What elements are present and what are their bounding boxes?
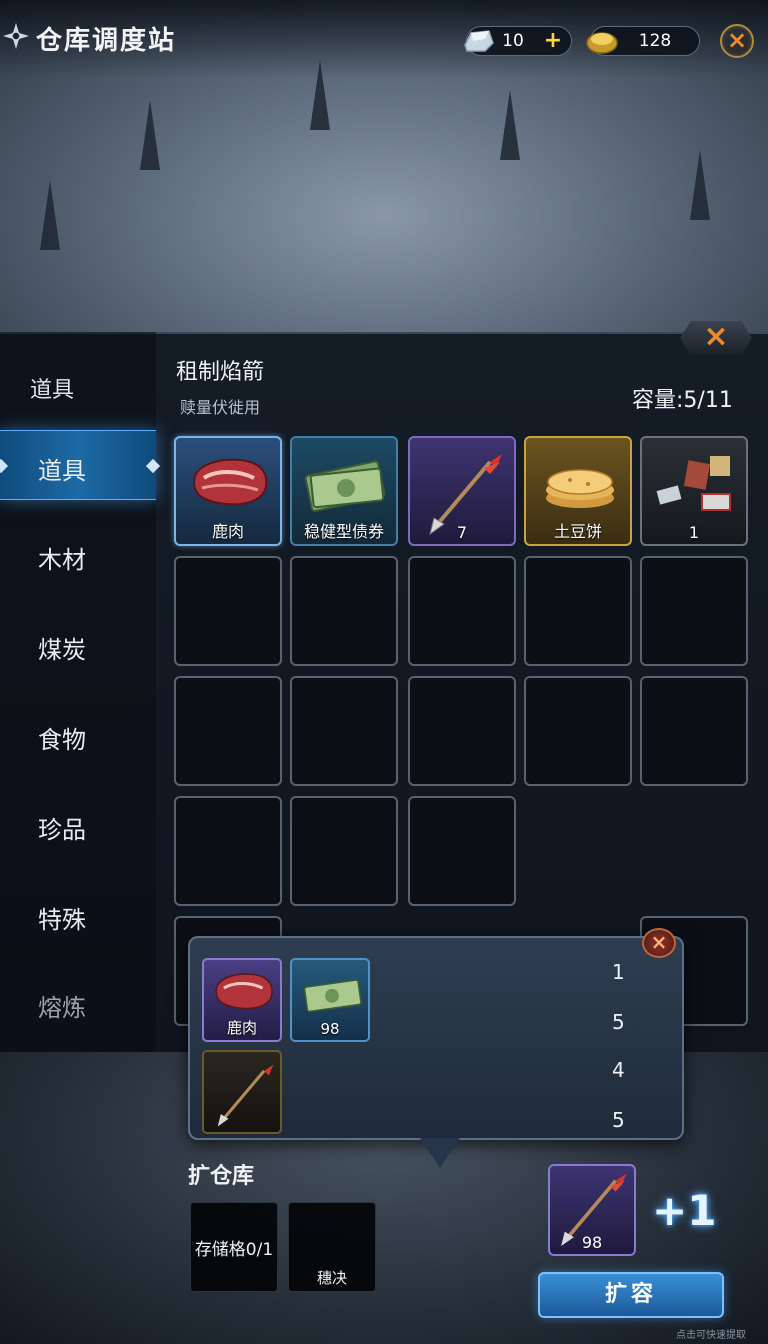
supply-bundle-icon: [656, 456, 731, 511]
top-bar: 仓库调度站 10 + 128 ×: [0, 0, 768, 78]
sidebar-item-label: 道具: [38, 457, 86, 485]
empty-slot[interactable]: [174, 796, 282, 906]
item-quantity: 土豆饼: [553, 522, 602, 541]
page-title: 仓库调度站: [36, 26, 177, 56]
popup-count: 5: [612, 1108, 625, 1132]
inventory-slot[interactable]: 稳健型债券: [290, 436, 398, 546]
popup-close-button[interactable]: ×: [642, 928, 676, 958]
inventory-slot[interactable]: 土豆饼: [524, 436, 632, 546]
inventory-slot[interactable]: 7: [408, 436, 516, 546]
item-quantity: 98: [320, 1020, 340, 1038]
gold-currency: 128: [586, 26, 700, 56]
item-quantity: 98: [581, 1233, 603, 1252]
empty-slot[interactable]: [640, 556, 748, 666]
item-quantity: 鹿肉: [211, 522, 244, 541]
storage-slot-label: 存储格0/1: [194, 1240, 274, 1260]
item-quantity: 7: [456, 523, 468, 542]
hint-text: 点击可快速提取: [676, 1330, 746, 1341]
sidebar-item-label: 珍品: [38, 816, 86, 844]
raw-meat-icon: [192, 458, 268, 506]
empty-slot[interactable]: [408, 556, 516, 666]
sidebar-item-wood[interactable]: 木材: [0, 520, 156, 590]
sidebar-item-food[interactable]: 食物: [0, 700, 156, 770]
empty-slot[interactable]: [640, 676, 748, 786]
bonus-indicator: +1: [652, 1186, 717, 1235]
material-slot-label: 穗决: [316, 1269, 347, 1287]
empty-slot[interactable]: [174, 676, 282, 786]
close-icon[interactable]: ×: [720, 24, 754, 58]
item-quantity: 鹿肉: [226, 1019, 257, 1037]
empty-slot[interactable]: [408, 676, 516, 786]
pine-tree: [500, 90, 520, 160]
expand-section-title: 扩仓库: [188, 1164, 255, 1189]
sidebar-item-label: 煤炭: [38, 636, 86, 664]
sidebar-item-label: 特殊: [38, 906, 86, 934]
sidebar-item-special[interactable]: 特殊: [0, 880, 156, 950]
item-quantity: 稳健型债券: [303, 522, 384, 541]
sidebar-item-label: 熔炼: [38, 994, 86, 1022]
popup-count: 4: [612, 1058, 625, 1082]
add-currency-button[interactable]: +: [541, 30, 565, 54]
empty-slot[interactable]: [290, 556, 398, 666]
sidebar-item-smelting[interactable]: 熔炼: [0, 968, 156, 1038]
expand-button[interactable]: 扩容: [538, 1272, 724, 1318]
item-quantity: 1: [688, 523, 700, 542]
sidebar-item-props[interactable]: 道具: [0, 430, 161, 500]
sidebar-item-treasure[interactable]: 珍品: [0, 790, 156, 860]
popup-pointer: [420, 1138, 460, 1168]
cash-banknotes-icon: [304, 460, 386, 512]
reward-item-slot[interactable]: 98: [548, 1164, 636, 1256]
popup-item-slot[interactable]: 鹿肉: [202, 958, 282, 1042]
gold-amount: 128: [638, 31, 672, 51]
empty-slot[interactable]: [290, 796, 398, 906]
pine-tree: [40, 180, 60, 250]
sidebar-item-label: 食物: [38, 726, 86, 754]
popup-count: 1: [612, 960, 625, 984]
section-title: 租制焰箭: [176, 360, 265, 385]
cash-banknotes-icon: [303, 979, 362, 1013]
inventory-slot[interactable]: 鹿肉: [174, 436, 282, 546]
capacity-counter: 容量:5/11: [632, 388, 733, 413]
pine-tree: [690, 150, 710, 220]
silver-currency: 10 +: [464, 26, 572, 56]
raw-meat-icon: [215, 973, 273, 1010]
sidebar-item-coal[interactable]: 煤炭: [0, 610, 156, 680]
selection-marker-icon: [0, 458, 9, 474]
fire-arrow-icon: [217, 1064, 274, 1127]
empty-slot[interactable]: [524, 556, 632, 666]
empty-slot[interactable]: [408, 796, 516, 906]
pine-tree: [140, 100, 160, 170]
material-slot[interactable]: 穗决: [288, 1202, 376, 1292]
sidebar-header: 道具: [30, 378, 75, 403]
popup-item-slot[interactable]: [202, 1050, 282, 1134]
inventory-slot[interactable]: 1: [640, 436, 748, 546]
empty-slot[interactable]: [174, 556, 282, 666]
section-subtitle: 赎量伏徙用: [180, 398, 261, 417]
potato-pancake-icon: [546, 469, 614, 508]
empty-slot[interactable]: [524, 676, 632, 786]
panel-close-button[interactable]: ×: [680, 321, 752, 355]
popup-item-slot[interactable]: 98: [290, 958, 370, 1042]
compass-emblem-icon: [3, 23, 29, 49]
empty-slot[interactable]: [290, 676, 398, 786]
sidebar-item-label: 木材: [38, 546, 86, 574]
popup-count: 5: [612, 1010, 625, 1034]
storage-slot[interactable]: 存储格0/1: [190, 1202, 278, 1292]
